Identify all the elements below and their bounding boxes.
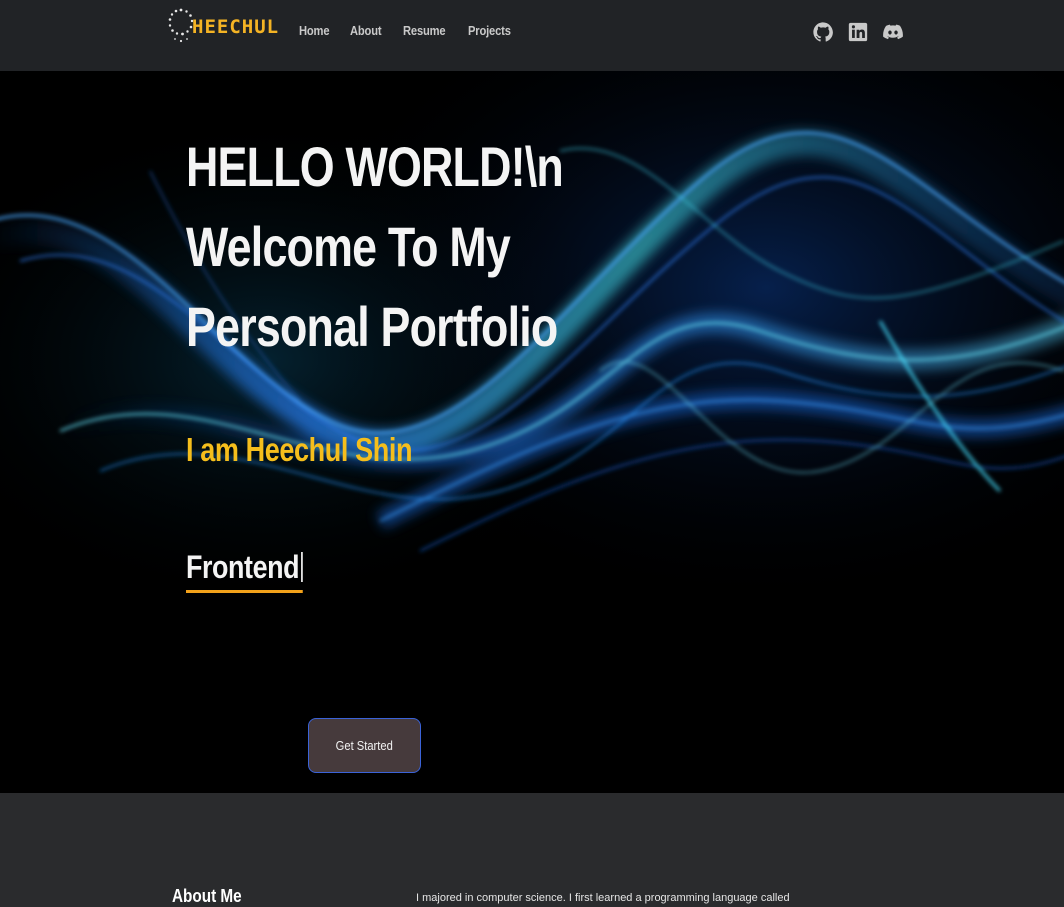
hero-intro: I am Heechul Shin xyxy=(186,431,413,468)
nav-link-resume[interactable]: Resume xyxy=(403,23,446,38)
discord-link[interactable] xyxy=(882,20,904,44)
typed-role: Frontend xyxy=(186,547,303,593)
github-link[interactable] xyxy=(812,20,834,44)
hero-section: HELLO WORLD!\n Welcome To My Personal Po… xyxy=(0,71,1064,793)
hero-title: HELLO WORLD!\n Welcome To My Personal Po… xyxy=(186,127,564,367)
hero-title-line-3: Personal Portfolio xyxy=(186,295,558,358)
about-text: I majored in computer science. I first l… xyxy=(416,892,790,904)
nav-link-projects[interactable]: Projects xyxy=(468,23,511,38)
about-title: About Me xyxy=(172,886,242,906)
brand-logo[interactable]: HEECHUL xyxy=(166,4,279,50)
about-section: About Me I majored in computer science. … xyxy=(0,793,1064,906)
nav-link-home[interactable]: Home xyxy=(299,23,330,38)
hero-title-line-2: Welcome To My xyxy=(186,215,511,278)
get-started-button[interactable]: Get Started xyxy=(308,718,421,773)
nav-links: Home About Resume Projects xyxy=(299,23,518,38)
github-icon xyxy=(813,22,833,42)
brand-name: HEECHUL xyxy=(192,16,280,38)
linkedin-icon xyxy=(848,22,868,42)
get-started-label: Get Started xyxy=(335,738,394,753)
typing-caret xyxy=(300,552,303,582)
typed-role-text: Frontend xyxy=(186,549,300,585)
discord-icon xyxy=(883,24,903,40)
linkedin-link[interactable] xyxy=(847,20,869,44)
nav-link-about[interactable]: About xyxy=(350,23,382,38)
hero-title-line-1: HELLO WORLD!\n xyxy=(186,135,564,198)
navbar: HEECHUL Home About Resume Projects xyxy=(0,0,1064,71)
